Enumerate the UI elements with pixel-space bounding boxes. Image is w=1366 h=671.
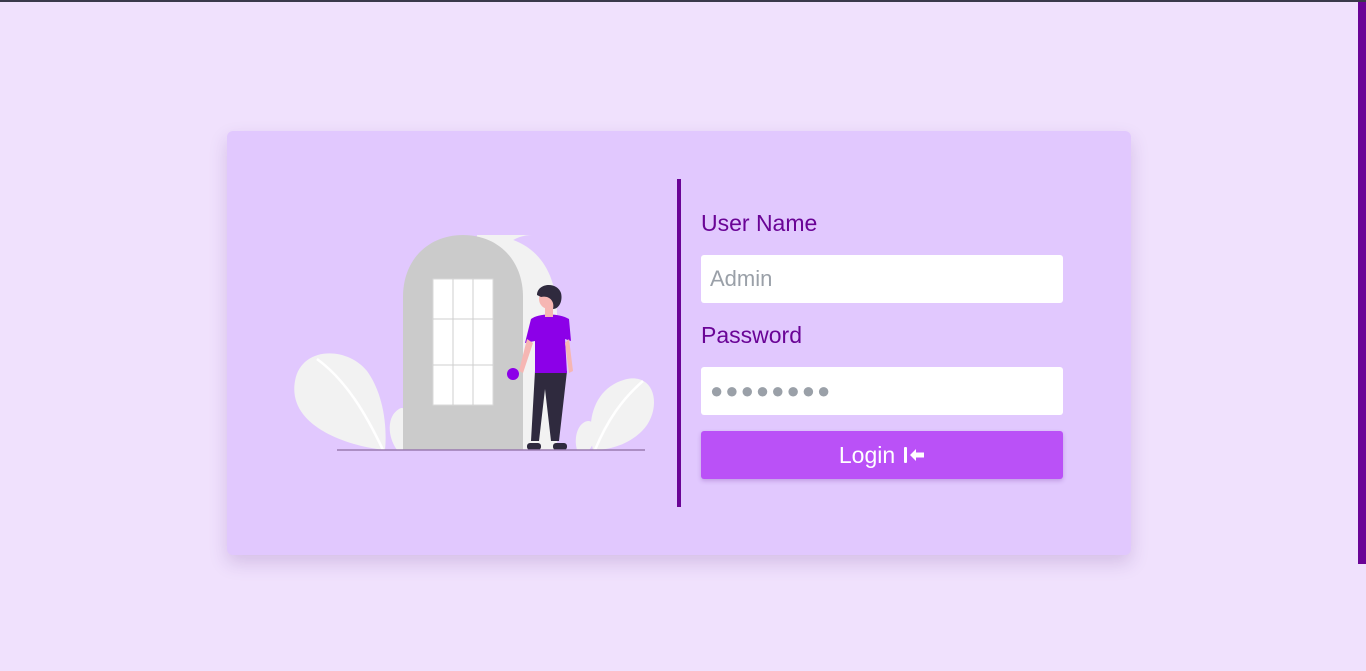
left-plant <box>294 353 409 451</box>
scrollbar-track[interactable] <box>1358 2 1366 671</box>
right-plant <box>575 378 654 451</box>
door-illustration <box>294 235 654 451</box>
username-input[interactable] <box>701 255 1063 303</box>
vertical-divider <box>677 179 681 507</box>
sign-in-icon <box>904 447 925 463</box>
username-label: User Name <box>701 210 818 236</box>
password-input[interactable] <box>701 367 1063 415</box>
login-card: User Name Password Login <box>227 131 1131 555</box>
window-top-border <box>0 0 1366 2</box>
login-form: User Name Password Login <box>701 207 1063 479</box>
password-label: Password <box>701 322 802 348</box>
door-window <box>432 278 494 406</box>
door-knob <box>507 368 519 380</box>
scrollbar-thumb[interactable] <box>1358 2 1366 564</box>
login-button[interactable]: Login <box>701 431 1063 479</box>
login-button-label: Login <box>838 441 896 468</box>
